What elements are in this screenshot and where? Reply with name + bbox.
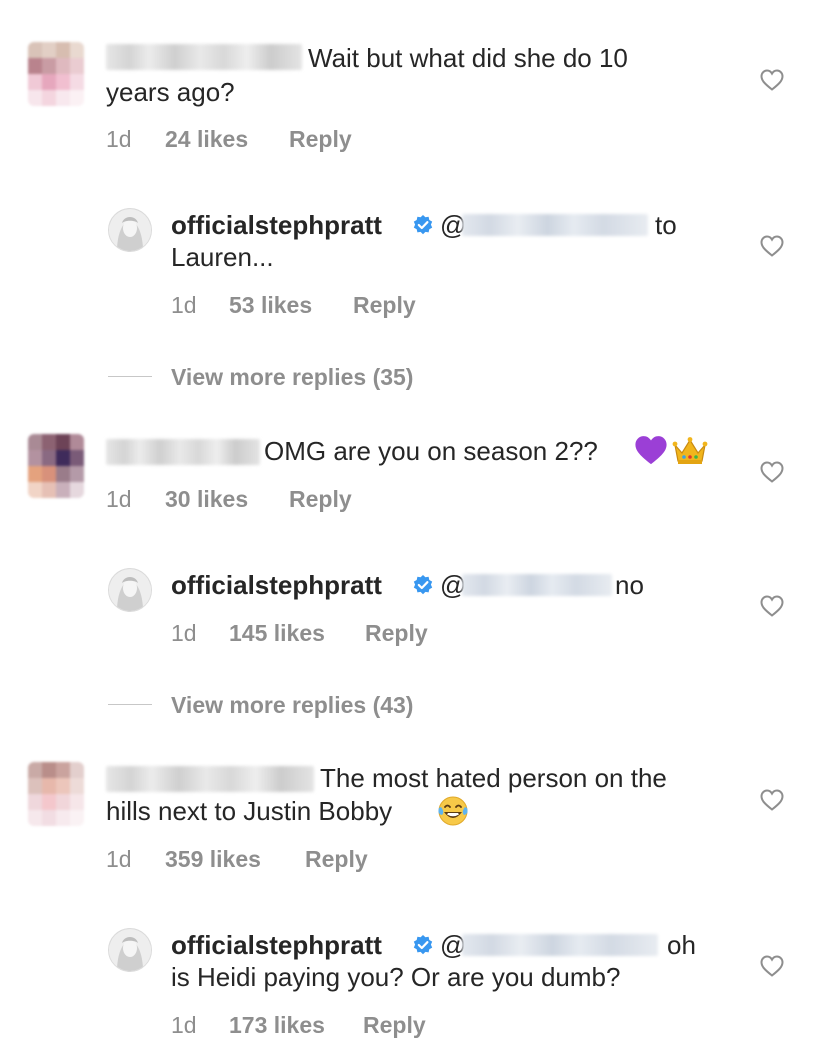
reply-button[interactable]: Reply xyxy=(289,486,352,513)
like-heart-icon[interactable] xyxy=(760,955,784,977)
reply-username[interactable]: officialstephpratt xyxy=(171,210,382,241)
reply-text-line2: Lauren... xyxy=(171,242,274,272)
verified-badge-icon xyxy=(413,215,433,235)
reply-avatar[interactable] xyxy=(108,208,152,252)
reply-text: oh xyxy=(667,930,696,960)
like-heart-icon[interactable] xyxy=(760,235,784,257)
reply-time: 1d xyxy=(171,1012,197,1038)
reply-username[interactable]: officialstephpratt xyxy=(171,930,382,961)
reply-username[interactable]: officialstephpratt xyxy=(171,570,382,601)
comment-text-line2: hills next to Justin Bobby xyxy=(106,796,393,826)
blurred-username[interactable] xyxy=(106,766,314,792)
view-more-divider xyxy=(108,704,152,705)
comment-likes[interactable]: 24 likes xyxy=(165,126,248,153)
tears-of-joy-icon xyxy=(438,796,468,826)
commenter-avatar[interactable] xyxy=(28,434,84,498)
view-more-divider xyxy=(108,376,152,377)
comment-text-line1: OMG are you on season 2?? xyxy=(264,436,598,466)
reply-likes[interactable]: 53 likes xyxy=(229,292,312,319)
blurred-username[interactable] xyxy=(106,439,260,465)
reply-time: 1d xyxy=(171,292,197,318)
blurred-mention[interactable] xyxy=(462,214,648,236)
verified-badge-icon xyxy=(413,935,433,955)
commenter-avatar[interactable] xyxy=(28,762,84,826)
reply-time: 1d xyxy=(171,620,197,646)
like-heart-icon[interactable] xyxy=(760,69,784,91)
blurred-mention[interactable] xyxy=(462,934,658,956)
like-heart-icon[interactable] xyxy=(760,789,784,811)
reply-button[interactable]: Reply xyxy=(289,126,352,153)
comment-time: 1d xyxy=(106,126,132,152)
like-heart-icon[interactable] xyxy=(760,595,784,617)
reply-avatar[interactable] xyxy=(108,928,152,972)
reply-button[interactable]: Reply xyxy=(353,292,416,319)
reply-avatar[interactable] xyxy=(108,568,152,612)
reply-text: no xyxy=(615,570,644,600)
blurred-mention[interactable] xyxy=(462,574,612,596)
commenter-avatar[interactable] xyxy=(28,42,84,106)
verified-badge-icon xyxy=(413,575,433,595)
reply-text-line2: is Heidi paying you? Or are you dumb? xyxy=(171,962,621,992)
crown-icon xyxy=(672,437,708,464)
comment-text-line1: Wait but what did she do 10 xyxy=(308,43,628,73)
comment-likes[interactable]: 359 likes xyxy=(165,846,261,873)
reply-button[interactable]: Reply xyxy=(305,846,368,873)
comment-time: 1d xyxy=(106,846,132,872)
view-more-replies-button[interactable]: View more replies (35) xyxy=(171,364,413,391)
comment-time: 1d xyxy=(106,486,132,512)
comment-text-line2: years ago? xyxy=(106,77,235,107)
reply-button[interactable]: Reply xyxy=(365,620,428,647)
comment-text-line1: The most hated person on the xyxy=(320,763,667,793)
reply-likes[interactable]: 173 likes xyxy=(229,1012,325,1039)
view-more-replies-button[interactable]: View more replies (43) xyxy=(171,692,413,719)
reply-text: to xyxy=(655,210,677,240)
comment-likes[interactable]: 30 likes xyxy=(165,486,248,513)
like-heart-icon[interactable] xyxy=(760,461,784,483)
purple-heart-icon xyxy=(635,436,667,465)
reply-likes[interactable]: 145 likes xyxy=(229,620,325,647)
blurred-username[interactable] xyxy=(106,44,302,70)
reply-button[interactable]: Reply xyxy=(363,1012,426,1039)
